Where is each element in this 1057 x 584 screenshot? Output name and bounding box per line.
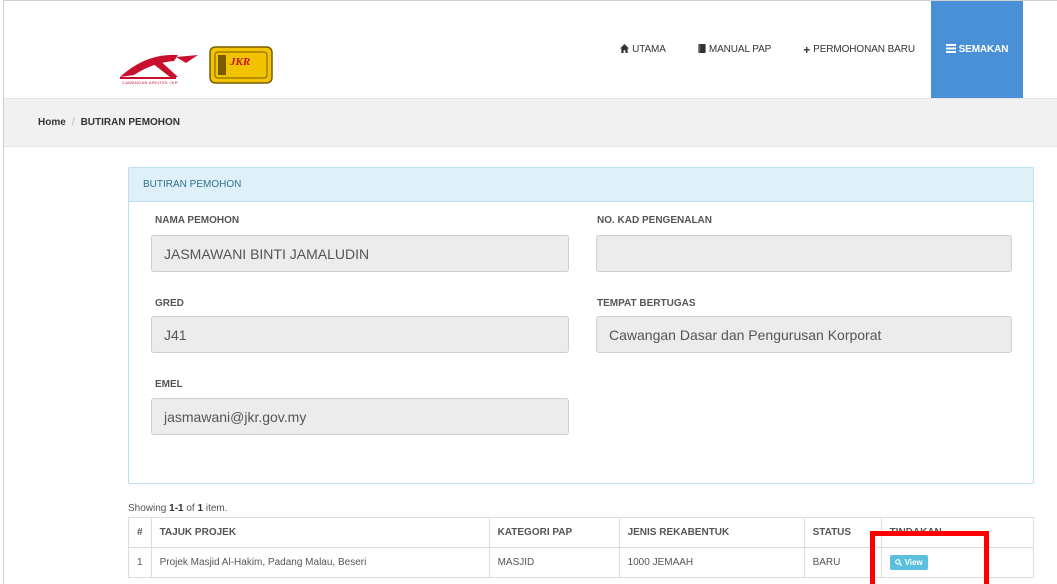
col-tajuk-header[interactable]: TAJUK PROJEK: [150, 517, 490, 548]
jkr-text: JKR: [229, 56, 250, 68]
nav-permohonan-baru-label: PERMOHONAN BARU: [813, 44, 915, 55]
breadcrumb-separator: /: [71, 117, 75, 128]
emel-field: jasmawani@jkr.gov.my: [151, 398, 569, 435]
col-kategori-header[interactable]: KATEGORI PAP: [488, 517, 620, 548]
navbar: JKR CAWANGAN ARKITEK JKR UTAMA MANUAL PA…: [4, 1, 1057, 98]
breadcrumb-current: BUTIRAN PEMOHON: [80, 117, 181, 128]
home-icon: [620, 43, 630, 56]
kad-pengenalan-field: [596, 235, 1012, 272]
col-status-header[interactable]: STATUS: [803, 517, 882, 548]
nav-semakan[interactable]: SEMAKAN: [931, 1, 1023, 98]
col-jenis-header[interactable]: JENIS REKABENTUK: [618, 517, 805, 548]
row-kategori: MASJID: [488, 547, 620, 578]
summary-prefix: Showing: [128, 503, 170, 514]
plus-icon: +: [803, 42, 811, 57]
view-button-label: View: [904, 558, 923, 567]
view-button[interactable]: View: [889, 555, 928, 570]
row-number: 1: [128, 547, 152, 578]
nama-pemohon-label: NAMA PEMOHON: [155, 215, 240, 226]
nav-permohonan-baru[interactable]: + PERMOHONAN BARU: [787, 1, 931, 98]
nav-utama[interactable]: UTAMA: [604, 1, 682, 98]
panel-title: BUTIRAN PEMOHON: [129, 168, 1033, 202]
summary-suffix: item.: [203, 503, 228, 514]
projects-table: # TAJUK PROJEK KATEGORI PAP JENIS REKABE…: [128, 517, 1035, 578]
emel-label: EMEL: [155, 379, 183, 390]
col-tindakan-header: TINDAKAN: [880, 517, 1035, 548]
summary-mid: of: [183, 503, 198, 514]
nav-manual-pap[interactable]: MANUAL PAP: [682, 1, 787, 98]
redacted-area: [610, 240, 740, 266]
cawangan-arkitek-logo-icon: JKR: [120, 46, 273, 84]
row-status: BARU: [803, 547, 882, 578]
browser-page: JKR CAWANGAN ARKITEK JKR UTAMA MANUAL PA…: [3, 0, 1057, 584]
nav-manual-pap-label: MANUAL PAP: [708, 44, 772, 55]
logo-caption: CAWANGAN ARKITEK JKR: [122, 80, 178, 85]
list-icon: [945, 43, 956, 56]
breadcrumb: Home / BUTIRAN PEMOHON: [4, 98, 1057, 147]
col-number-header: #: [128, 517, 152, 548]
row-action-cell: View: [880, 547, 1035, 578]
breadcrumb-home-link[interactable]: Home: [38, 117, 66, 128]
table-summary: Showing 1-1 of 1 item.: [128, 503, 228, 514]
book-icon: [698, 43, 706, 56]
summary-range: 1-1: [169, 503, 184, 514]
row-tajuk: Projek Masjid Al-Hakim, Padang Malau, Be…: [150, 547, 490, 578]
logo[interactable]: JKR CAWANGAN ARKITEK JKR: [116, 43, 276, 93]
nama-pemohon-field: JASMAWANI BINTI JAMALUDIN: [151, 235, 569, 272]
kad-pengenalan-label: NO. KAD PENGENALAN: [597, 215, 713, 226]
tempat-bertugas-field: Cawangan Dasar dan Pengurusan Korporat: [596, 316, 1012, 353]
nav-semakan-label: SEMAKAN: [958, 44, 1009, 55]
gred-field: J41: [151, 316, 569, 353]
gred-label: GRED: [155, 298, 184, 309]
row-jenis: 1000 JEMAAH: [618, 547, 805, 578]
main-nav: UTAMA MANUAL PAP + PERMOHONAN BARU SEMAK…: [604, 1, 1057, 98]
tempat-bertugas-label: TEMPAT BERTUGAS: [597, 298, 696, 309]
search-icon: [894, 559, 902, 566]
applicant-details-panel: BUTIRAN PEMOHON NAMA PEMOHON JASMAWANI B…: [128, 167, 1034, 484]
table-row: 1 Projek Masjid Al-Hakim, Padang Malau, …: [128, 547, 1035, 578]
table-header-row: # TAJUK PROJEK KATEGORI PAP JENIS REKABE…: [128, 517, 1035, 548]
nav-utama-label: UTAMA: [632, 44, 666, 55]
